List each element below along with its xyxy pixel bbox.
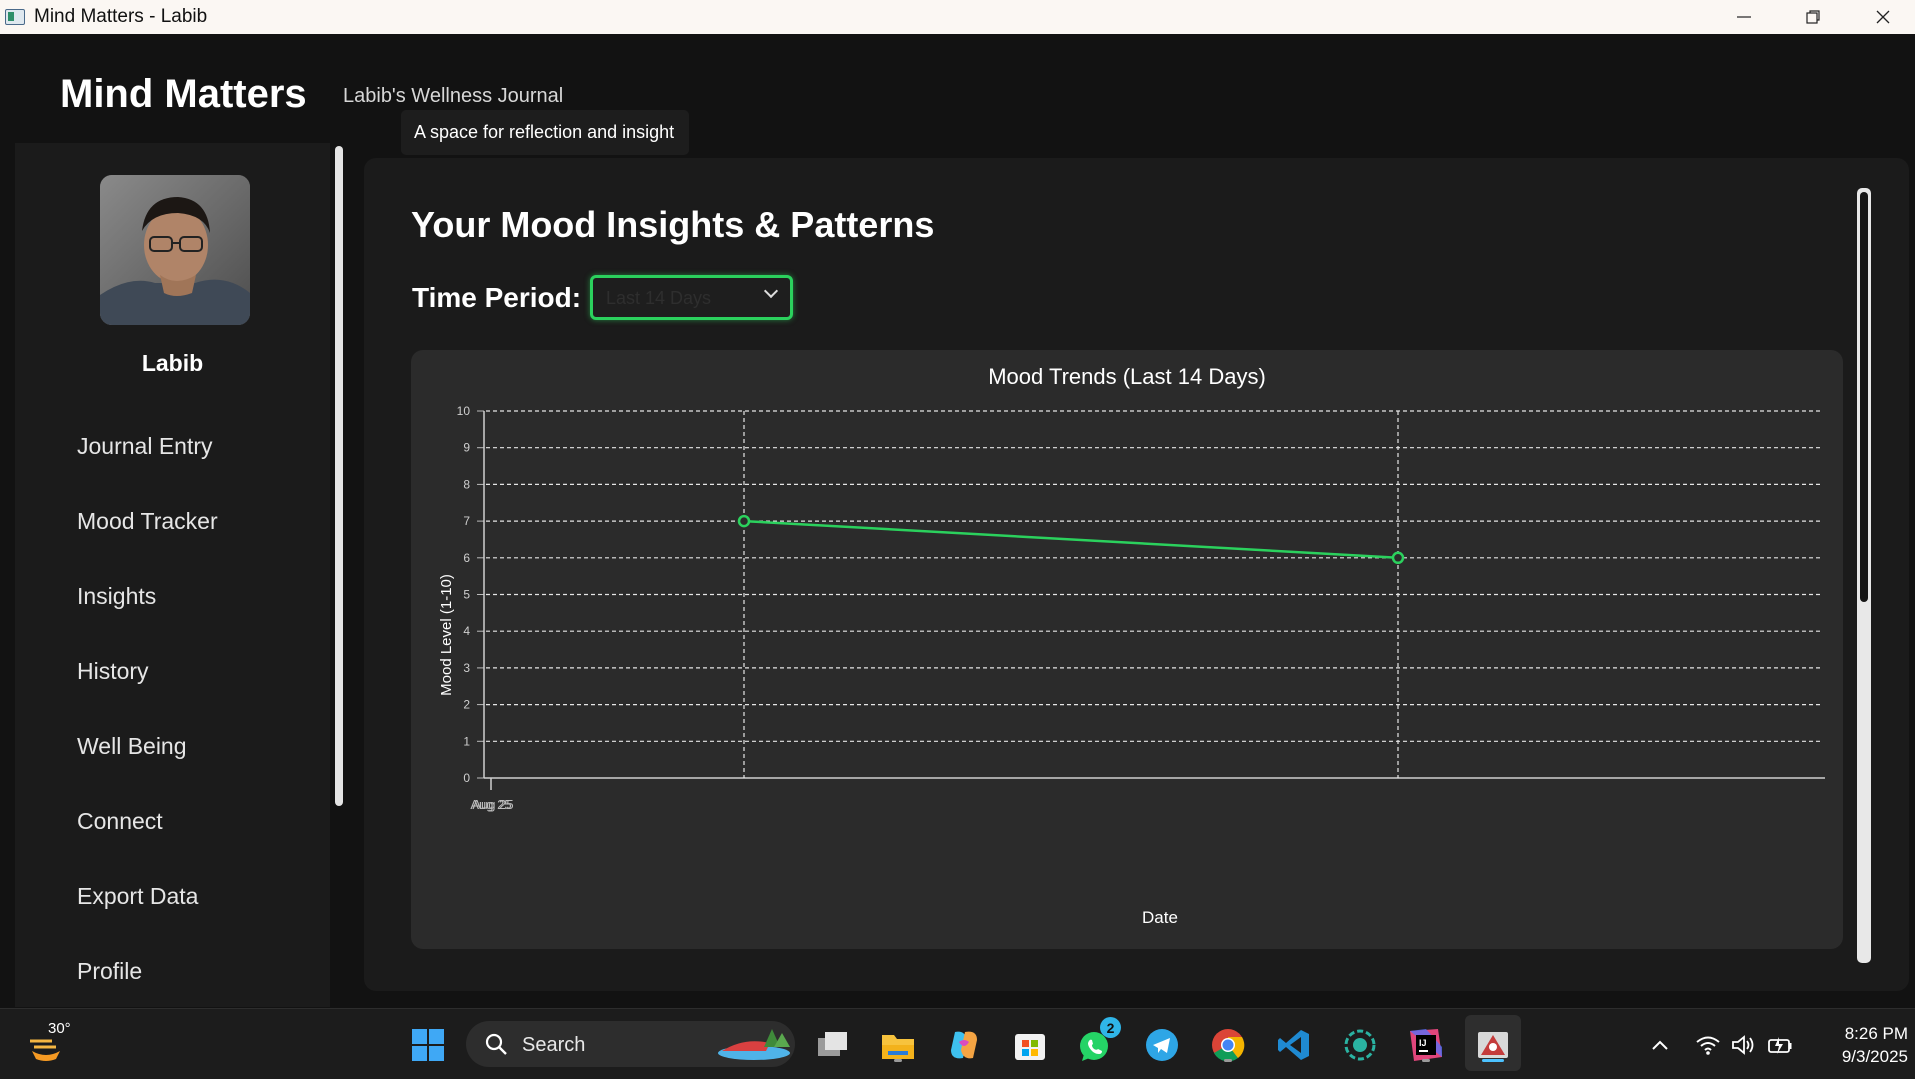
sidebar-item-well-being[interactable]: Well Being	[77, 733, 187, 760]
wifi-button[interactable]	[1690, 1025, 1726, 1065]
wifi-icon	[1696, 1036, 1720, 1055]
sidebar-item-connect[interactable]: Connect	[77, 808, 163, 835]
running-indicator	[1224, 1059, 1232, 1062]
battery-button[interactable]	[1762, 1025, 1798, 1065]
sidebar-scrollbar[interactable]	[332, 143, 346, 1007]
y-tick-label: 8	[463, 477, 470, 491]
windows-start-icon	[412, 1029, 444, 1061]
copilot-icon	[951, 1031, 977, 1059]
y-tick-label: 1	[463, 734, 470, 748]
screen-recorder-button[interactable]	[1340, 1025, 1380, 1065]
sidebar-item-profile[interactable]: Profile	[77, 958, 142, 985]
search-highlight-icon	[718, 1029, 790, 1060]
show-hidden-icons-button[interactable]	[1640, 1025, 1680, 1065]
minimize-icon	[1737, 16, 1751, 18]
running-indicator	[894, 1059, 902, 1062]
restore-button[interactable]	[1778, 0, 1848, 34]
subtitle-tooltip: A space for reflection and insight	[401, 110, 689, 155]
vscode-button[interactable]	[1274, 1025, 1314, 1065]
y-tick-label: 4	[463, 624, 470, 638]
java-app-button[interactable]	[1473, 1025, 1513, 1065]
task-view-button[interactable]	[813, 1025, 853, 1065]
java-app-icon	[1478, 1032, 1508, 1058]
chevron-down-icon	[763, 283, 779, 299]
minimize-button[interactable]	[1709, 0, 1779, 34]
search-icon	[485, 1033, 507, 1055]
x-tick-label: Aug 25	[472, 797, 513, 812]
app-subtitle: Labib's Wellness Journal	[343, 85, 564, 107]
intellij-icon: IJ	[1410, 1029, 1442, 1061]
clock-time: 8:26 PM	[1844, 1024, 1908, 1043]
chart-title: Mood Trends (Last 14 Days)	[988, 364, 1266, 389]
sidebar-item-insights[interactable]: Insights	[77, 583, 156, 610]
restore-icon	[1806, 10, 1820, 24]
weather-temp: 30°	[48, 1020, 71, 1037]
main-scrollbar-thumb[interactable]	[1860, 192, 1868, 602]
time-period-select[interactable]: Last 14 Days	[590, 275, 793, 320]
intellij-button[interactable]: IJ	[1406, 1025, 1446, 1065]
microsoft-store-icon	[1015, 1034, 1045, 1060]
taskbar-search[interactable]: Search	[466, 1021, 795, 1067]
mood-data-point	[737, 514, 751, 528]
y-tick-label: 3	[463, 661, 470, 675]
y-tick-label: 2	[463, 698, 470, 712]
mood-series-line	[743, 519, 1399, 560]
y-tick-label: 0	[463, 771, 470, 785]
file-explorer-button[interactable]	[878, 1025, 918, 1065]
chart-y-axis-label: Mood Level (1-10)	[438, 574, 455, 696]
active-indicator	[1482, 1059, 1504, 1062]
main-scrollbar[interactable]	[1857, 188, 1871, 963]
whatsapp-badge: 2	[1100, 1017, 1121, 1038]
close-button[interactable]	[1848, 0, 1915, 34]
volume-icon	[1732, 1035, 1754, 1055]
screen-recorder-icon	[1344, 1029, 1376, 1061]
chevron-up-icon	[1652, 1040, 1668, 1050]
start-button[interactable]	[408, 1025, 448, 1065]
search-label: Search	[522, 1034, 586, 1056]
running-indicator	[1422, 1059, 1430, 1062]
y-tick-label: 7	[463, 514, 470, 528]
window-titlebar: Mind Matters - Labib	[0, 0, 1915, 34]
profile-photo	[100, 175, 250, 325]
y-tick-label: 6	[463, 551, 470, 565]
page-title: Your Mood Insights & Patterns	[411, 204, 935, 245]
sidebar-item-journal-entry[interactable]: Journal Entry	[77, 433, 213, 460]
file-explorer-icon	[882, 1035, 914, 1059]
microsoft-store-button[interactable]	[1010, 1025, 1050, 1065]
sidebar-item-mood-tracker[interactable]: Mood Tracker	[77, 508, 218, 535]
volume-button[interactable]	[1726, 1025, 1762, 1065]
app-window-icon	[5, 9, 25, 25]
mood-data-point	[1391, 551, 1405, 565]
avatar	[100, 175, 250, 325]
user-name: Labib	[141, 350, 204, 376]
copilot-button[interactable]	[944, 1025, 984, 1065]
chrome-icon	[1212, 1029, 1245, 1062]
y-tick-label: 9	[463, 441, 470, 455]
chart-x-axis-label: Date	[1142, 908, 1178, 927]
battery-icon	[1768, 1037, 1792, 1054]
mood-chart-card: Mood Trends (Last 14 Days) Date Mood Lev…	[411, 350, 1843, 949]
task-view-icon	[818, 1032, 847, 1056]
taskbar-clock[interactable]: 8:26 PM 9/3/2025	[1808, 1022, 1908, 1068]
time-period-value: Last 14 Days	[606, 288, 712, 308]
vscode-icon	[1278, 1030, 1309, 1060]
window-title: Mind Matters - Labib	[34, 6, 208, 27]
close-icon	[1876, 10, 1890, 24]
taskbar: 30° Search 2 IJ	[0, 1008, 1915, 1079]
time-period-label: Time Period:	[412, 282, 582, 313]
y-tick-label: 5	[463, 588, 470, 602]
y-tick-label: 10	[457, 404, 471, 418]
app-title: Mind Matters	[60, 72, 307, 116]
sidebar-item-export-data[interactable]: Export Data	[77, 883, 198, 910]
telegram-button[interactable]	[1142, 1025, 1182, 1065]
telegram-icon	[1146, 1029, 1178, 1061]
svg-text:IJ: IJ	[1419, 1038, 1427, 1048]
clock-date: 9/3/2025	[1841, 1047, 1908, 1066]
chrome-button[interactable]	[1208, 1025, 1248, 1065]
sidebar-item-history[interactable]: History	[77, 658, 149, 685]
sidebar-scrollbar-thumb[interactable]	[335, 146, 343, 806]
whatsapp-button[interactable]: 2	[1076, 1017, 1121, 1065]
mood-trend-chart: Mood Trends (Last 14 Days) Date Mood Lev…	[438, 364, 1825, 927]
